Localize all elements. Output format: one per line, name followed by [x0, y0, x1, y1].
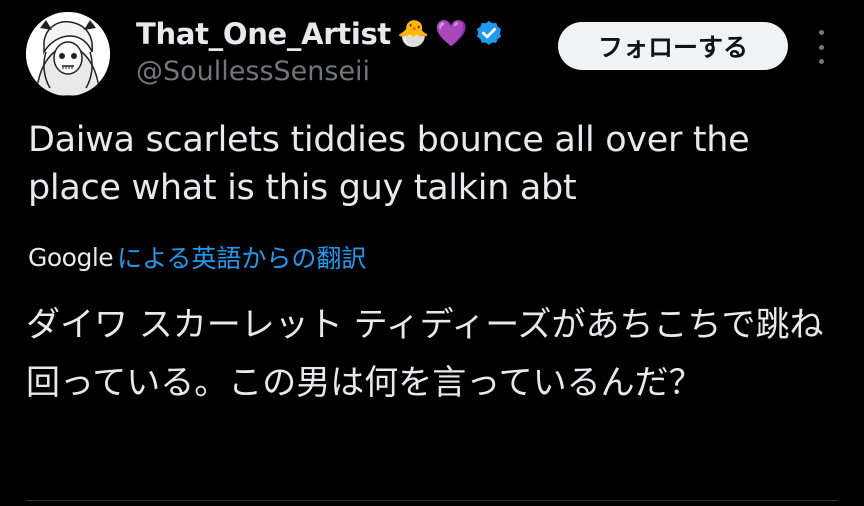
name-row: That_One_Artist 🐣 💜 — [136, 14, 504, 54]
hatching-chick-emoji: 🐣 — [397, 19, 430, 49]
tweet-header: That_One_Artist 🐣 💜 @SoullessSenseii フォロ… — [0, 0, 864, 110]
tweet-text: Daiwa scarlets tiddies bounce all over t… — [28, 120, 750, 208]
translation-attribution: Google による英語からの翻訳 — [28, 238, 366, 276]
google-logo: Google — [28, 242, 114, 272]
divider — [26, 500, 838, 501]
avatar-image — [26, 12, 110, 96]
user-handle[interactable]: @SoullessSenseii — [136, 56, 370, 87]
verified-badge-icon[interactable] — [474, 19, 504, 49]
avatar[interactable] — [26, 12, 110, 96]
translated-text: ダイワ スカーレット ティディーズがあちこちで跳ね回っている。この男は何を言って… — [26, 305, 824, 403]
more-options-icon[interactable] — [806, 30, 836, 64]
purple-heart-emoji: 💜 — [435, 19, 468, 49]
display-name[interactable]: That_One_Artist — [136, 17, 391, 51]
follow-button[interactable]: フォローする — [558, 22, 788, 70]
translation-source-link[interactable]: による英語からの翻訳 — [117, 239, 366, 275]
